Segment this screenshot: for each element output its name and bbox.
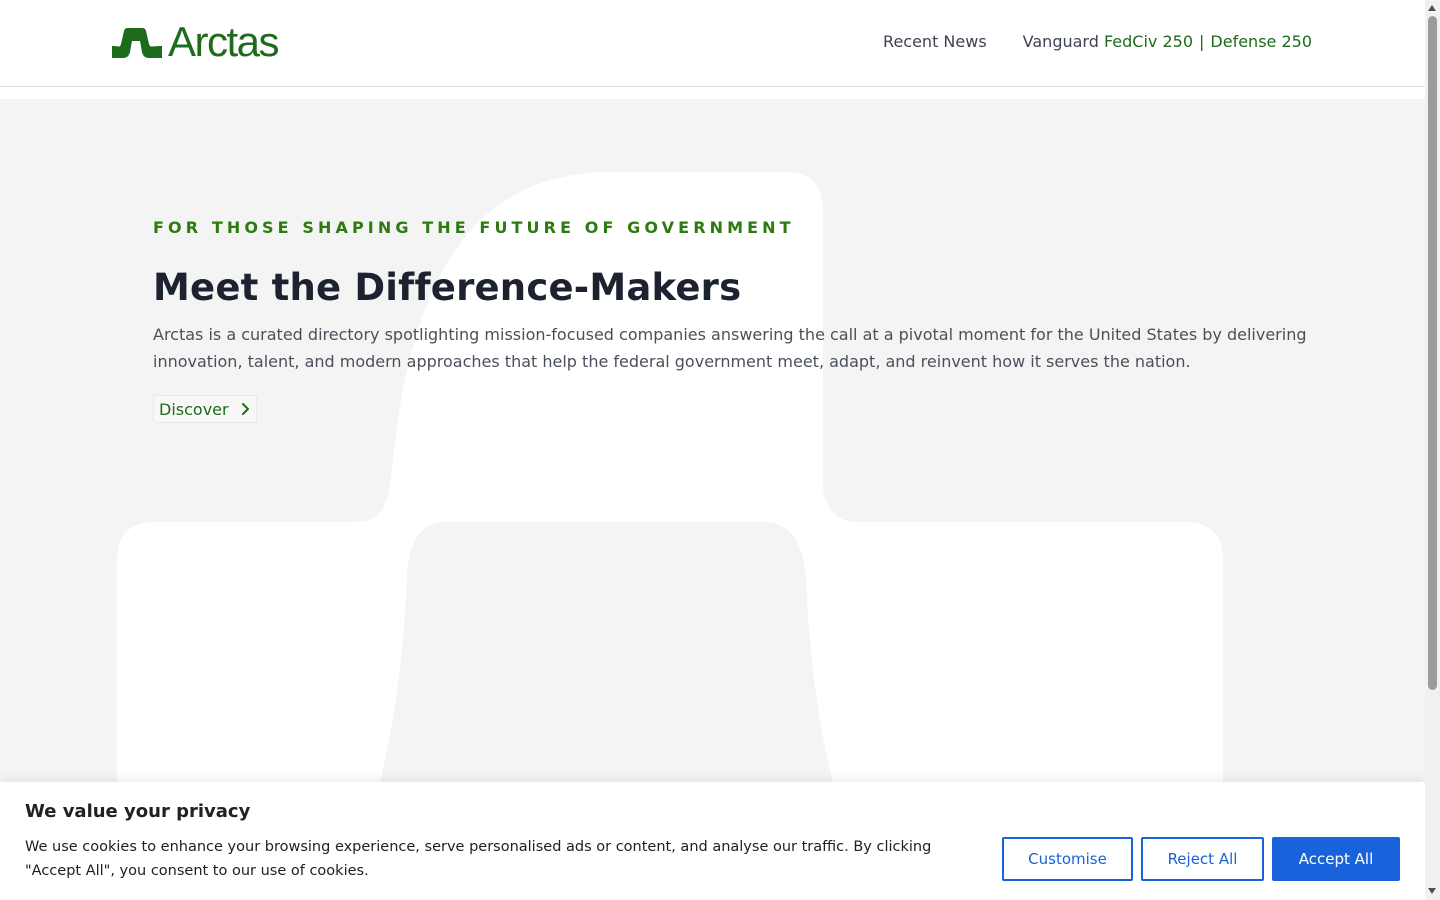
- scrollbar-thumb[interactable]: [1428, 16, 1437, 690]
- nav-separator: |: [1199, 32, 1205, 51]
- hero-section: FOR THOSE SHAPING THE FUTURE OF GOVERNME…: [0, 99, 1425, 900]
- arctas-logo[interactable]: Arctas: [112, 18, 280, 65]
- hero-eyebrow: FOR THOSE SHAPING THE FUTURE OF GOVERNME…: [153, 218, 795, 237]
- nav-defense-250[interactable]: Defense 250: [1210, 32, 1312, 51]
- hero-description: Arctas is a curated directory spotlighti…: [153, 325, 1307, 371]
- site-header: Arctas Recent News Vanguard FedCiv 250 | D…: [0, 0, 1425, 87]
- logo-text: Arctas: [168, 18, 280, 65]
- cookie-text: We use cookies to enhance your browsing …: [25, 839, 932, 879]
- main-nav: Recent News Vanguard FedCiv 250 | Defense …: [883, 32, 1312, 52]
- accept-all-button[interactable]: Accept All: [1272, 837, 1400, 881]
- cookie-consent-banner: We value your privacy We use cookies to …: [0, 782, 1425, 900]
- nav-fedciv-250[interactable]: FedCiv 250: [1104, 32, 1193, 51]
- chevron-right-icon: [241, 403, 249, 415]
- customise-button[interactable]: Customise: [1002, 837, 1133, 881]
- discover-label: Discover: [159, 399, 229, 419]
- page-scrollbar[interactable]: [1425, 0, 1440, 900]
- cookie-title: We value your privacy: [25, 801, 251, 822]
- discover-button[interactable]: Discover: [153, 395, 257, 423]
- nav-vanguard-label: Vanguard: [1022, 32, 1099, 51]
- hero-title: Meet the Difference-Makers: [153, 266, 742, 309]
- arctas-logo-icon: [112, 28, 162, 58]
- reject-all-button[interactable]: Reject All: [1141, 837, 1264, 881]
- scroll-down-arrow-icon[interactable]: [1428, 888, 1436, 894]
- nav-recent-news[interactable]: Recent News: [883, 32, 987, 52]
- nav-vanguard-group: Vanguard FedCiv 250 | Defense 250: [1023, 32, 1312, 52]
- scroll-up-arrow-icon[interactable]: [1428, 5, 1436, 11]
- hero-content: FOR THOSE SHAPING THE FUTURE OF GOVERNME…: [153, 218, 1323, 423]
